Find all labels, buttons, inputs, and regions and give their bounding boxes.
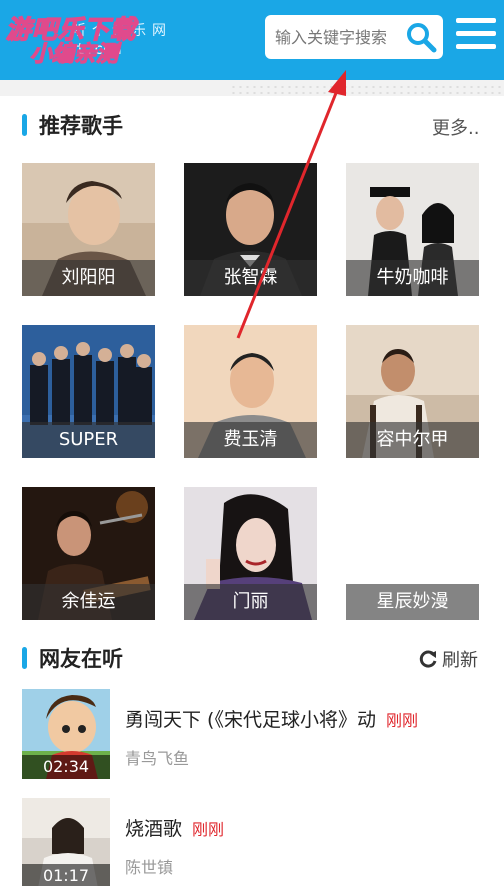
- song-artist[interactable]: 陈世镇: [125, 854, 173, 878]
- singer-card[interactable]: 余佳运: [22, 487, 155, 620]
- song-item[interactable]: 02:34 勇闯天下 (《宋代足球小将》动 刚刚 青鸟飞鱼: [22, 689, 492, 779]
- singer-name: 费玉清: [184, 422, 317, 458]
- singer-card[interactable]: 容中尔甲: [346, 325, 479, 458]
- section-title-text: 网友在听: [39, 647, 123, 671]
- page: 听个音乐网 t.com 游吧乐下载 小编亲测 推荐歌手 更多..: [0, 0, 504, 886]
- menu-icon-bar: [456, 44, 496, 49]
- search-box: [265, 15, 443, 59]
- song-title: 勇闯天下 (《宋代足球小将》动: [125, 709, 376, 731]
- singer-card[interactable]: 张智霖: [184, 163, 317, 296]
- singer-name: 张智霖: [184, 260, 317, 296]
- song-duration: 02:34: [22, 755, 110, 779]
- more-link[interactable]: 更多..: [432, 114, 479, 140]
- section-title-text: 推荐歌手: [39, 114, 123, 138]
- singer-name: 余佳运: [22, 584, 155, 620]
- menu-icon-bar: [456, 18, 496, 23]
- refresh-button[interactable]: 刷新: [418, 646, 478, 672]
- search-icon: [407, 23, 437, 53]
- refresh-label: 刷新: [442, 650, 478, 671]
- search-button[interactable]: [405, 21, 437, 53]
- time-badge: 刚刚: [385, 711, 418, 730]
- refresh-icon: [419, 650, 437, 668]
- song-item[interactable]: 01:17 烧酒歌 刚刚 陈世镇: [22, 798, 492, 886]
- site-logo[interactable]: 听个音乐网 t.com 游吧乐下载 小编亲测: [5, 10, 176, 67]
- singer-card[interactable]: 星辰妙漫: [346, 487, 479, 620]
- singer-name: 刘阳阳: [22, 260, 155, 296]
- singer-card[interactable]: 刘阳阳: [22, 163, 155, 296]
- song-thumbnail: 01:17: [22, 798, 110, 886]
- singer-name: 牛奶咖啡: [346, 260, 479, 296]
- singer-card[interactable]: 门丽: [184, 487, 317, 620]
- menu-icon-bar: [456, 31, 496, 36]
- singer-name: 星辰妙漫: [346, 584, 479, 620]
- singer-card[interactable]: 费玉清: [184, 325, 317, 458]
- menu-button[interactable]: [456, 18, 496, 54]
- song-thumbnail: 02:34: [22, 689, 110, 779]
- singer-card[interactable]: SUPER: [22, 325, 155, 458]
- watermark-subtitle: 小编亲测: [29, 41, 119, 67]
- section-title-listening: 网友在听: [22, 643, 123, 673]
- song-title-row: 烧酒歌 刚刚: [125, 814, 224, 841]
- song-artist[interactable]: 青鸟飞鱼: [125, 745, 189, 769]
- song-title-row: 勇闯天下 (《宋代足球小将》动 刚刚: [125, 705, 418, 732]
- section-title-recommended: 推荐歌手: [22, 110, 123, 140]
- singer-name: 容中尔甲: [346, 422, 479, 458]
- top-header: 听个音乐网 t.com 游吧乐下载 小编亲测: [0, 0, 504, 80]
- section-accent-bar: [22, 114, 27, 136]
- time-badge: 刚刚: [192, 820, 225, 839]
- section-accent-bar: [22, 647, 27, 669]
- search-input[interactable]: [275, 15, 403, 59]
- song-duration: 01:17: [22, 864, 110, 886]
- singer-card[interactable]: 牛奶咖啡: [346, 163, 479, 296]
- singer-name: SUPER: [22, 422, 155, 458]
- singer-name: 门丽: [184, 584, 317, 620]
- song-title: 烧酒歌: [125, 818, 183, 840]
- dotted-divider: [230, 84, 504, 96]
